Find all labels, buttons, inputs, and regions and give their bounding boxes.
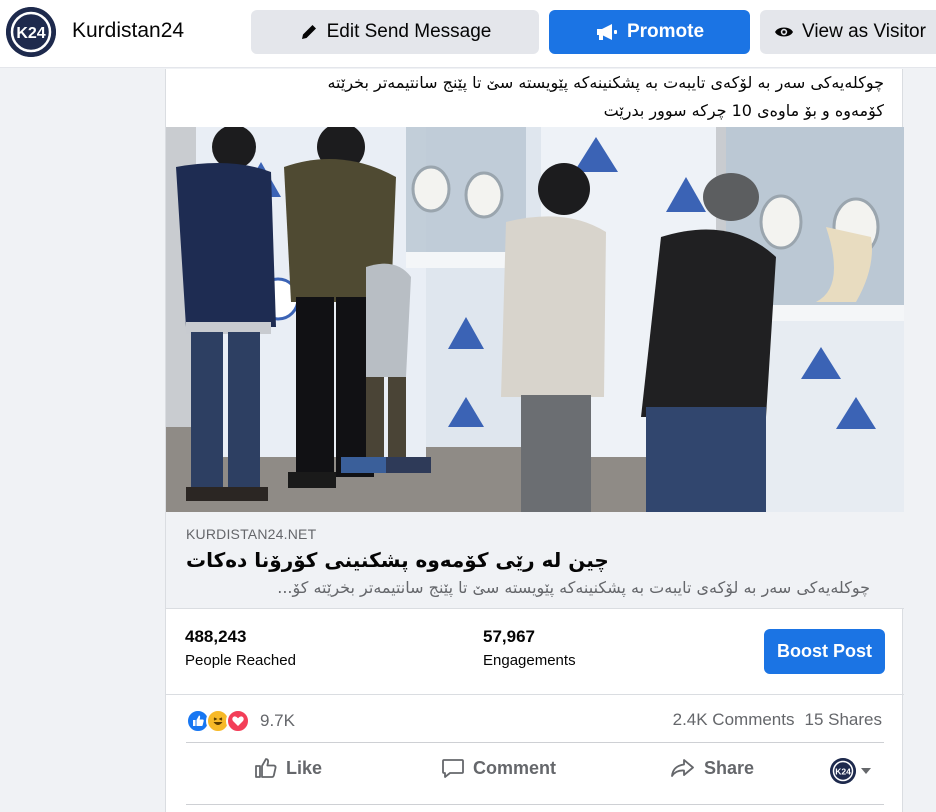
share-button[interactable]: Share bbox=[670, 757, 754, 779]
engagements-label: Engagements bbox=[483, 652, 576, 669]
engagement-counts: 2.4K Comments 15 Shares bbox=[673, 710, 882, 730]
thumbs-up-icon bbox=[255, 758, 277, 778]
page-name[interactable]: Kurdistan24 bbox=[72, 19, 184, 43]
megaphone-icon bbox=[596, 24, 617, 40]
kurdistan24-logo: K24 bbox=[6, 7, 56, 57]
love-reaction-icon bbox=[226, 709, 250, 733]
link-preview[interactable]: KURDISTAN24.NET چین لە رێی کۆمەوە پشکنین… bbox=[166, 512, 904, 609]
eye-icon bbox=[775, 27, 793, 37]
caption-line: چوکلەیەکی سەر بە لۆکەی تایبەت بە پشکنینە… bbox=[327, 73, 884, 92]
link-domain: KURDISTAN24.NET bbox=[186, 526, 317, 542]
reaction-count: 9.7K bbox=[260, 711, 295, 730]
post-card: چوکلەیەکی سەر بە لۆکەی تایبەت بە پشکنینە… bbox=[165, 69, 904, 812]
shares-count[interactable]: 15 Shares bbox=[805, 710, 883, 730]
share-label: Share bbox=[704, 757, 755, 778]
link-description: چوکلەیەکی سەر بە لۆکەی تایبەت بە پشکنینە… bbox=[277, 578, 870, 597]
engagements-value: 57,967 bbox=[483, 627, 535, 646]
chevron-down-icon bbox=[861, 768, 871, 774]
comments-count[interactable]: 2.4K Comments bbox=[673, 710, 795, 730]
page-header: K24 Kurdistan24 Edit Send Message Promot… bbox=[0, 0, 936, 68]
promote-button[interactable]: Promote bbox=[549, 10, 750, 54]
edit-send-message-label: Edit Send Message bbox=[326, 21, 492, 42]
comment-label: Comment bbox=[473, 757, 557, 778]
caption-line: کۆمەوە و بۆ ماوەی 10 چرکە سوور بدرێت bbox=[603, 101, 884, 120]
post-insights: 488,243 People Reached 57,967 Engagement… bbox=[166, 609, 904, 695]
link-title[interactable]: چین لە رێی کۆمەوە پشکنینی کۆرۆنا دەکات bbox=[186, 548, 609, 572]
page-avatar[interactable]: K24 bbox=[6, 7, 56, 57]
people-reached-label: People Reached bbox=[185, 652, 296, 669]
pencil-icon bbox=[301, 25, 316, 39]
divider bbox=[186, 804, 884, 805]
logo-text: K24 bbox=[16, 25, 45, 42]
testing-booth-photo bbox=[166, 127, 904, 512]
post-caption: چوکلەیەکی سەر بە لۆکەی تایبەت بە پشکنینە… bbox=[166, 69, 904, 125]
post-photo[interactable] bbox=[166, 127, 904, 512]
promote-label: Promote bbox=[626, 21, 705, 42]
page-mini-avatar: K24 bbox=[830, 758, 856, 784]
like-button[interactable]: Like bbox=[254, 757, 322, 779]
post-actions: Like Comment Share K24 bbox=[186, 742, 884, 804]
mini-logo-text: K24 bbox=[835, 767, 851, 777]
people-reached-value: 488,243 bbox=[185, 627, 247, 646]
boost-post-button[interactable]: Boost Post bbox=[764, 629, 885, 674]
view-as-visitor-label: View as Visitor bbox=[802, 21, 926, 42]
comment-icon bbox=[442, 759, 464, 778]
comment-button[interactable]: Comment bbox=[441, 757, 556, 779]
post-as-selector[interactable]: K24 bbox=[830, 758, 872, 784]
edit-send-message-button[interactable]: Edit Send Message bbox=[251, 10, 539, 54]
share-icon bbox=[671, 759, 694, 777]
like-label: Like bbox=[286, 757, 323, 778]
view-as-visitor-button[interactable]: View as Visitor bbox=[760, 10, 936, 54]
reaction-summary[interactable]: 9.7K bbox=[186, 708, 295, 734]
